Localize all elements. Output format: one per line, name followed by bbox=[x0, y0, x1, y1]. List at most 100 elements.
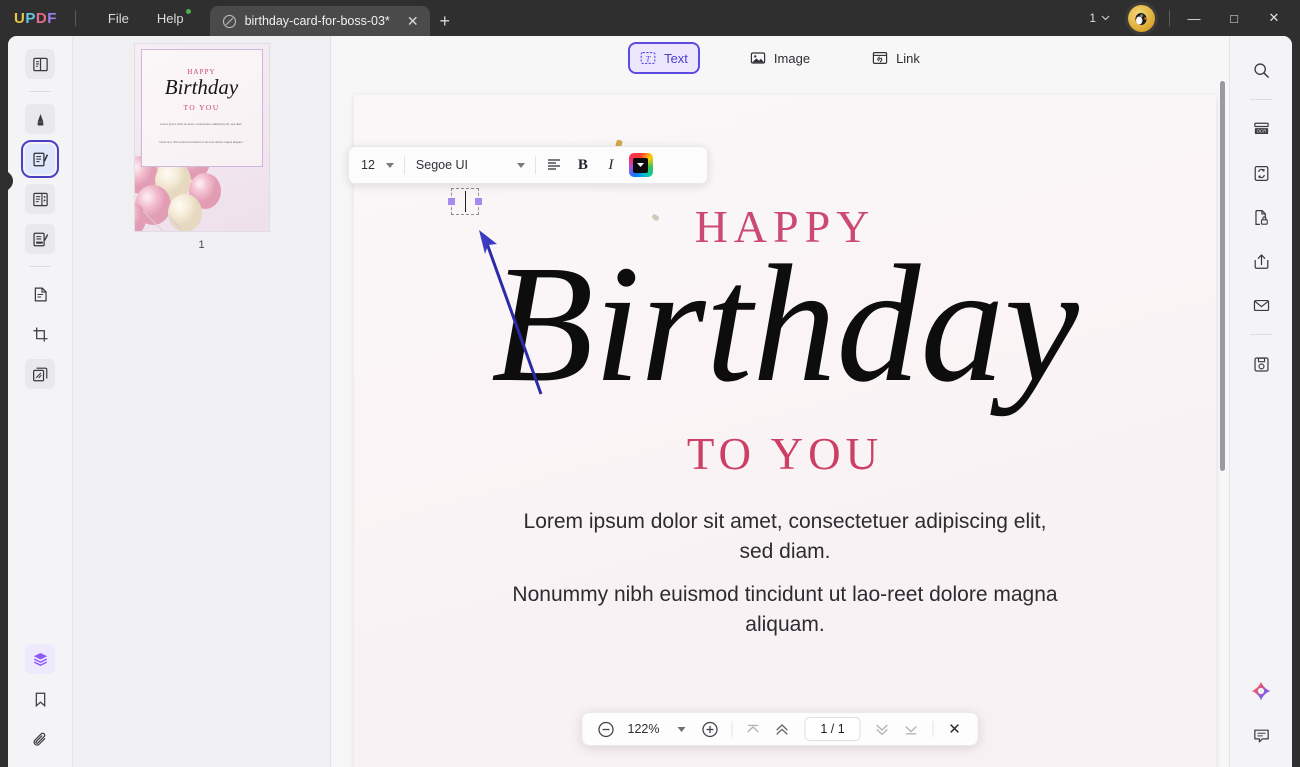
new-tab-button[interactable]: + bbox=[430, 6, 460, 36]
edit-mode-toolbar: T Text Image Link bbox=[331, 41, 1229, 75]
sidebar-item-batch[interactable] bbox=[25, 359, 55, 389]
sidebar-item-reader[interactable] bbox=[25, 49, 55, 79]
font-size-selector[interactable]: 12 bbox=[355, 152, 399, 178]
right-item-ocr[interactable]: OCR bbox=[1246, 114, 1276, 144]
zoom-level-value[interactable]: 122% bbox=[622, 722, 666, 736]
panel-collapse-handle[interactable] bbox=[8, 168, 14, 194]
bold-button[interactable]: B bbox=[569, 152, 597, 178]
text-box-handle-right[interactable] bbox=[475, 198, 482, 205]
email-icon bbox=[1253, 299, 1269, 311]
sidebar-item-bookmark[interactable] bbox=[25, 684, 55, 714]
page-paragraph-2: Nonummy nibh euismod tincidunt ut lao-re… bbox=[512, 583, 1058, 636]
font-size-caret-icon[interactable] bbox=[381, 156, 399, 174]
comment-icon bbox=[1253, 729, 1269, 742]
right-item-protect[interactable] bbox=[1246, 202, 1276, 232]
sidebar-item-edit-pdf[interactable] bbox=[21, 140, 59, 178]
previous-page-button[interactable] bbox=[769, 716, 795, 742]
edit-pdf-icon bbox=[32, 152, 48, 166]
rail-separator-1 bbox=[29, 91, 51, 92]
sidebar-item-crop[interactable] bbox=[25, 319, 55, 349]
sidebar-item-attachment[interactable] bbox=[25, 724, 55, 754]
document-tab-icon bbox=[222, 14, 236, 28]
layers-icon bbox=[33, 652, 47, 666]
tool-text[interactable]: T Text bbox=[628, 42, 700, 74]
menu-help[interactable]: Help bbox=[143, 0, 198, 36]
previous-page-icon bbox=[776, 723, 789, 735]
avatar[interactable] bbox=[1128, 4, 1155, 32]
tool-link-label: Link bbox=[896, 50, 920, 66]
selected-text-box[interactable] bbox=[448, 188, 482, 215]
left-rail-bottom bbox=[25, 639, 55, 767]
window-zoom-selector[interactable]: 1 bbox=[1081, 5, 1118, 31]
sidebar-item-page-tools[interactable] bbox=[25, 279, 55, 309]
menu-file[interactable]: File bbox=[94, 0, 143, 36]
italic-button[interactable]: I bbox=[597, 152, 625, 178]
caret-down-icon bbox=[516, 162, 525, 168]
close-button[interactable]: ✕ bbox=[1254, 0, 1294, 36]
right-item-save[interactable] bbox=[1246, 349, 1276, 379]
right-item-ai-assistant[interactable] bbox=[1246, 676, 1276, 706]
page-paragraph-1: Lorem ipsum dolor sit amet, consectetuer… bbox=[523, 510, 1047, 563]
logo-letter-f: F bbox=[47, 9, 57, 27]
document-tab[interactable]: birthday-card-for-boss-03* ✕ bbox=[209, 6, 430, 36]
caret-down-icon bbox=[637, 163, 645, 167]
page-number-field[interactable]: 1 / 1 bbox=[804, 717, 861, 741]
window-controls-divider bbox=[1169, 10, 1170, 26]
next-page-button[interactable] bbox=[869, 716, 895, 742]
thumbnail-to-you: TO YOU bbox=[183, 103, 220, 112]
image-icon bbox=[750, 52, 766, 64]
align-button[interactable] bbox=[541, 152, 569, 178]
right-item-comment[interactable] bbox=[1246, 720, 1276, 750]
last-page-button[interactable] bbox=[898, 716, 924, 742]
tab-close-icon[interactable]: ✕ bbox=[404, 12, 422, 30]
font-family-value: Segoe UI bbox=[415, 158, 469, 172]
annotate-icon bbox=[37, 113, 43, 125]
right-item-email[interactable] bbox=[1246, 290, 1276, 320]
page-to-you-heading: TO YOU bbox=[686, 429, 884, 479]
caret-down-icon bbox=[385, 162, 394, 168]
page-thumbnail-1[interactable]: HAPPY Birthday TO YOU Lorem ipsum dolor … bbox=[134, 44, 269, 231]
thumbnail-page-number: 1 bbox=[198, 239, 205, 251]
tool-text-label: Text bbox=[664, 50, 688, 66]
arrow-annotation[interactable] bbox=[471, 224, 551, 409]
font-family-selector[interactable]: Segoe UI bbox=[410, 152, 530, 178]
document-canvas: T Text Image Link HAPPY Birthday TO YOU … bbox=[331, 36, 1229, 767]
close-pager-button[interactable]: ✕ bbox=[941, 716, 967, 742]
tool-link[interactable]: Link bbox=[862, 44, 930, 72]
zoom-in-button[interactable] bbox=[697, 716, 723, 742]
page-tools-icon bbox=[34, 287, 47, 301]
pdf-page[interactable]: HAPPY Birthday TO YOU Lorem ipsum dolor … bbox=[354, 95, 1216, 767]
sidebar-item-annotate[interactable] bbox=[25, 104, 55, 134]
tool-image[interactable]: Image bbox=[740, 44, 820, 72]
first-page-icon bbox=[747, 724, 760, 732]
first-page-button[interactable] bbox=[740, 716, 766, 742]
bookmark-icon bbox=[35, 692, 45, 707]
right-item-share[interactable] bbox=[1246, 246, 1276, 276]
maximize-button[interactable]: □ bbox=[1214, 0, 1254, 36]
zoom-out-button[interactable] bbox=[593, 716, 619, 742]
sidebar-item-organize-pages[interactable] bbox=[25, 184, 55, 214]
thumbnail-para-1: Lorem ipsum dolor sit amet, consectetuer… bbox=[160, 122, 243, 126]
right-rail-bottom bbox=[1246, 669, 1276, 767]
right-item-convert[interactable] bbox=[1246, 158, 1276, 188]
minimize-button[interactable]: — bbox=[1174, 0, 1214, 36]
font-format-toolbar: 12 Segoe UI B I bbox=[348, 146, 708, 184]
ocr-icon: OCR bbox=[1253, 122, 1269, 134]
right-item-search[interactable] bbox=[1246, 55, 1276, 85]
logo-letter-p: P bbox=[25, 9, 36, 27]
save-icon bbox=[1253, 356, 1269, 372]
pager-separator-2 bbox=[932, 721, 934, 737]
tab-title: birthday-card-for-boss-03* bbox=[244, 14, 390, 28]
crop-icon bbox=[32, 326, 48, 342]
thumbnail-wrapper: HAPPY Birthday TO YOU Lorem ipsum dolor … bbox=[134, 44, 269, 251]
text-color-picker[interactable] bbox=[628, 153, 653, 177]
sidebar-item-layers[interactable] bbox=[25, 644, 55, 674]
updf-logo: UPDF bbox=[14, 10, 57, 27]
sidebar-item-fill-and-sign[interactable] bbox=[25, 224, 55, 254]
app-body: HAPPY Birthday TO YOU Lorem ipsum dolor … bbox=[8, 36, 1292, 767]
vertical-scrollbar[interactable] bbox=[1220, 81, 1225, 471]
text-box-handle-left[interactable] bbox=[448, 198, 455, 205]
font-family-caret-icon[interactable] bbox=[512, 156, 530, 174]
font-size-value: 12 bbox=[361, 158, 375, 172]
zoom-preset-caret[interactable] bbox=[668, 716, 694, 742]
